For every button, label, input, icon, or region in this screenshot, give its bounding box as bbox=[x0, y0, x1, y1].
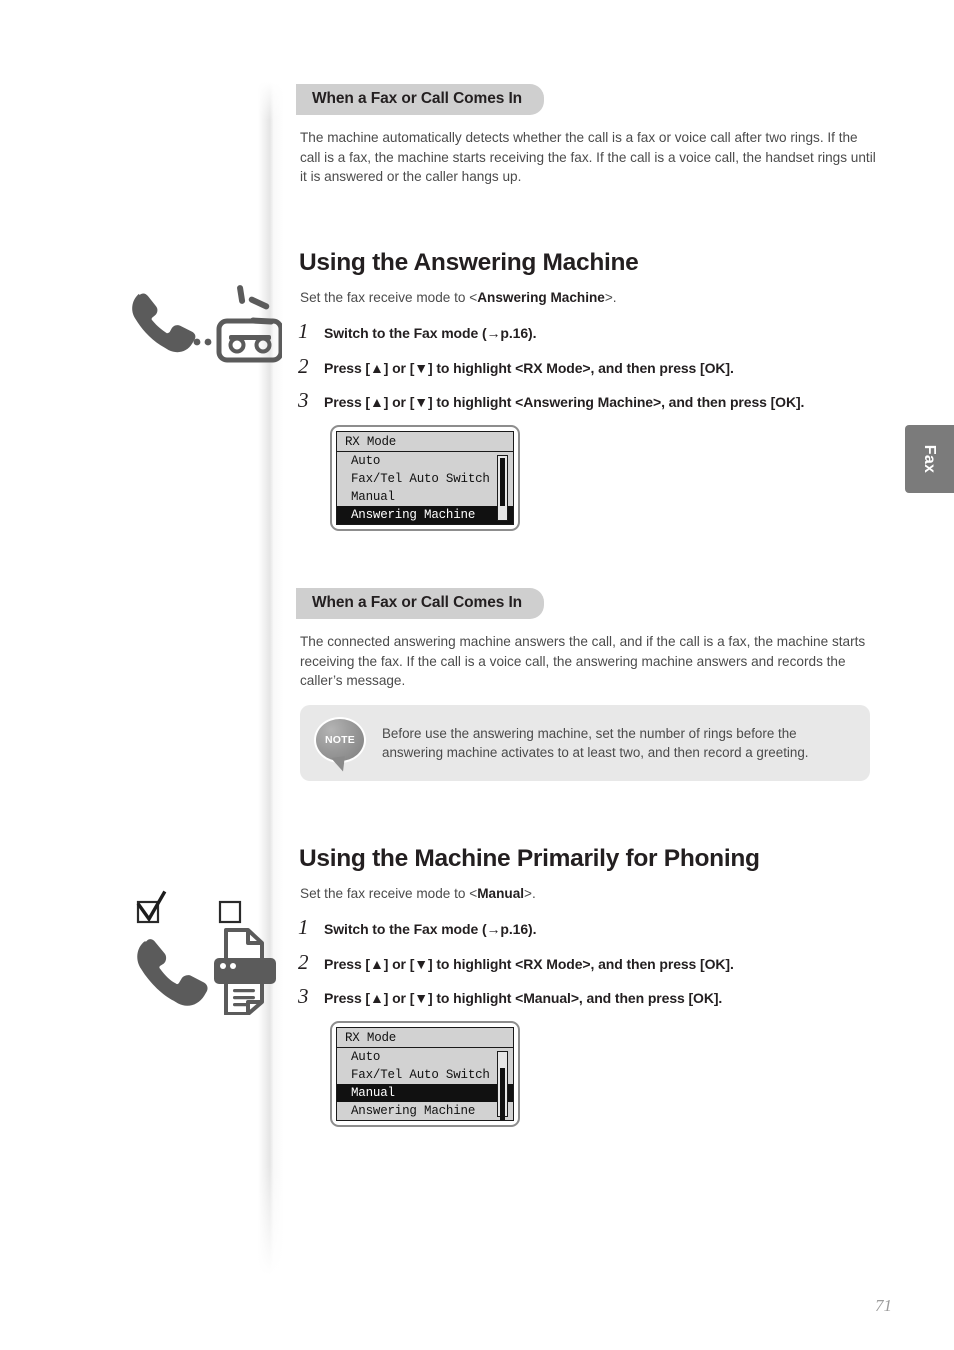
lcd-menu-item-manual[interactable]: Manual bbox=[337, 488, 513, 506]
step-text: Press [▲] or [▼] to highlight <RX Mode>,… bbox=[324, 955, 734, 972]
step-text: Press [▲] or [▼] to highlight <Manual>, … bbox=[324, 990, 723, 1006]
lcd-menu-item-faxtel[interactable]: Fax/Tel Auto Switch bbox=[337, 1066, 513, 1084]
lcd-inner: RX Mode Auto Fax/Tel Auto Switch Manual … bbox=[336, 1026, 514, 1121]
lcd-screen-manual: RX Mode Auto Fax/Tel Auto Switch Manual … bbox=[330, 1020, 520, 1127]
illustration-ring-marks bbox=[230, 282, 286, 342]
step-text: Switch to the Fax mode (→p.16). bbox=[324, 921, 537, 937]
step-number: 3 bbox=[298, 388, 309, 412]
lcd-menu-item-answering-machine[interactable]: Answering Machine bbox=[337, 505, 513, 524]
lcd-screen-answering-machine: RX Mode Auto Fax/Tel Auto Switch Manual … bbox=[330, 424, 520, 531]
lead-bold: Manual bbox=[477, 886, 525, 901]
lead-bold: Answering Machine bbox=[477, 290, 605, 305]
step-number: 3 bbox=[298, 984, 309, 1008]
lcd-scrollbar[interactable] bbox=[497, 1050, 508, 1120]
step-number: 2 bbox=[298, 353, 309, 378]
lead-prefix: Set the fax receive mode to < bbox=[300, 886, 478, 901]
section-badge: When a Fax or Call Comes In bbox=[296, 588, 545, 619]
lcd-scrollbar[interactable] bbox=[497, 454, 508, 521]
lcd-scrollbar-thumb[interactable] bbox=[500, 1067, 505, 1120]
note-box: NOTE Before use the answering machine, s… bbox=[300, 705, 870, 781]
lcd-inner: RX Mode Auto Fax/Tel Auto Switch Manual … bbox=[336, 430, 514, 525]
steps-list-2: 1 Switch to the Fax mode (→p.16). 2 Pres… bbox=[298, 917, 898, 1008]
lcd-menu-list: Auto Fax/Tel Auto Switch Manual Answerin… bbox=[337, 452, 513, 524]
section-using-answering-machine: Using the Answering Machine Set the fax … bbox=[298, 249, 898, 531]
page-number: 71 bbox=[875, 1296, 892, 1315]
section-title: Using the Answering Machine bbox=[299, 249, 639, 276]
lead-suffix: >. bbox=[604, 290, 617, 305]
step-number: 1 bbox=[298, 319, 309, 343]
side-tab-fax: Fax bbox=[905, 425, 954, 493]
step-text: Press [▲] or [▼] to highlight <RX Mode>,… bbox=[324, 359, 734, 376]
lcd-title: RX Mode bbox=[337, 432, 513, 452]
step-item: 2 Press [▲] or [▼] to highlight <RX Mode… bbox=[298, 949, 898, 974]
note-callout: NOTE Before use the answering machine, s… bbox=[298, 675, 870, 781]
lead-suffix: >. bbox=[524, 886, 536, 901]
step-item: 1 Switch to the Fax mode (→p.16). bbox=[298, 321, 898, 343]
step-text: Press [▲] or [▼] to highlight <Answering… bbox=[324, 394, 805, 410]
lead-prefix: Set the fax receive mode to < bbox=[300, 290, 478, 305]
section-lead: Set the fax receive mode to <Manual>. bbox=[300, 884, 898, 903]
page-fold-shadow bbox=[258, 80, 284, 1285]
step-item: 1 Switch to the Fax mode (→p.16). bbox=[298, 917, 898, 939]
section-using-machine-for-phoning: Using the Machine Primarily for Phoning … bbox=[298, 845, 898, 1127]
lcd-title: RX Mode bbox=[337, 1028, 513, 1048]
note-label: NOTE bbox=[325, 734, 355, 746]
lcd-menu-item-faxtel[interactable]: Fax/Tel Auto Switch bbox=[337, 470, 513, 488]
speech-bubble-icon: NOTE bbox=[314, 717, 366, 763]
section-title: Using the Machine Primarily for Phoning bbox=[299, 845, 760, 872]
note-icon: NOTE bbox=[314, 717, 372, 769]
step-text: Switch to the Fax mode (→p.16). bbox=[324, 325, 537, 341]
lcd-menu-list: Auto Fax/Tel Auto Switch Manual Answerin… bbox=[337, 1048, 513, 1120]
lcd-menu-item-auto[interactable]: Auto bbox=[337, 452, 513, 470]
lcd-menu-item-auto[interactable]: Auto bbox=[337, 1048, 513, 1066]
step-item: 2 Press [▲] or [▼] to highlight <RX Mode… bbox=[298, 353, 898, 378]
lcd-scrollbar-thumb[interactable] bbox=[500, 457, 505, 506]
section-body: The machine automatically detects whethe… bbox=[300, 130, 876, 185]
section-when-fax-or-call-1: When a Fax or Call Comes In The machine … bbox=[296, 84, 888, 187]
step-item: 3 Press [▲] or [▼] to highlight <Manual>… bbox=[298, 986, 898, 1008]
step-number: 1 bbox=[298, 915, 309, 939]
step-number: 2 bbox=[298, 949, 309, 974]
illustration-phoning bbox=[130, 890, 280, 1015]
steps-list-1: 1 Switch to the Fax mode (→p.16). 2 Pres… bbox=[298, 321, 898, 412]
side-tab-label: Fax bbox=[921, 444, 939, 474]
note-text: Before use the answering machine, set th… bbox=[382, 725, 809, 761]
section-badge: When a Fax or Call Comes In bbox=[296, 84, 545, 115]
section-lead: Set the fax receive mode to <Answering M… bbox=[300, 288, 898, 307]
lcd-menu-item-manual[interactable]: Manual bbox=[337, 1083, 513, 1102]
lcd-menu-item-answering-machine[interactable]: Answering Machine bbox=[337, 1102, 513, 1120]
step-item: 3 Press [▲] or [▼] to highlight <Answeri… bbox=[298, 390, 898, 412]
